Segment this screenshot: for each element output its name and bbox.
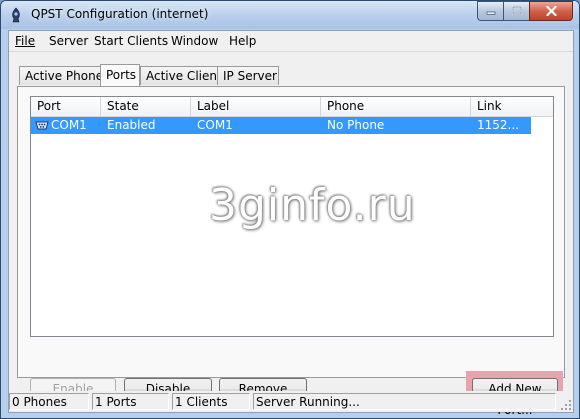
column-header-phone[interactable]: Phone (321, 97, 471, 116)
row-link: 1152... (477, 118, 519, 132)
minimize-button[interactable] (477, 1, 503, 21)
row-label: COM1 (197, 118, 233, 132)
tab-active-phones[interactable]: Active Phones (19, 66, 109, 85)
tab-ports[interactable]: Ports (100, 64, 140, 86)
menu-bar: File Server Start Clients Window Help (9, 31, 573, 52)
row-port: COM1 (51, 118, 87, 132)
menu-file[interactable]: File (15, 34, 35, 48)
column-header-label[interactable]: Label (191, 97, 321, 116)
resize-grip-icon[interactable] (560, 399, 572, 411)
window-controls (477, 1, 573, 21)
menu-server[interactable]: Server (49, 34, 88, 48)
close-button[interactable] (529, 1, 573, 21)
row-state: Enabled (107, 118, 156, 132)
status-phones: 0 Phones (9, 393, 89, 410)
maximize-icon (511, 6, 522, 15)
ports-list-header: Port State Label Phone Link (31, 97, 553, 117)
table-row[interactable]: COM1 Enabled COM1 No Phone 1152... (31, 117, 531, 134)
tab-active-clients[interactable]: Active Clients (140, 66, 228, 85)
ports-tab-panel: Port State Label Phone Link COM1 Enabled… (17, 86, 565, 417)
status-bar: 0 Phones 1 Ports 1 Clients Server Runnin… (9, 391, 573, 412)
status-server: Server Running... (253, 393, 556, 410)
close-icon (545, 6, 557, 16)
qpst-app-icon (12, 7, 20, 23)
tab-ip-server[interactable]: IP Server (217, 66, 279, 85)
status-clients: 1 Clients (172, 393, 250, 410)
column-header-port[interactable]: Port (31, 97, 101, 116)
row-phone: No Phone (327, 118, 385, 132)
column-header-link[interactable]: Link (471, 97, 553, 116)
menu-file-label: File (15, 34, 36, 48)
menu-window[interactable]: Window (171, 34, 218, 48)
watermark: 3ginfo.ru (209, 180, 416, 231)
title-bar[interactable]: QPST Configuration (internet) (1, 1, 579, 29)
minimize-icon (486, 11, 495, 15)
menu-start-clients[interactable]: Start Clients (94, 34, 168, 48)
window-title: QPST Configuration (internet) (31, 7, 209, 21)
menu-help[interactable]: Help (229, 34, 256, 48)
column-header-state[interactable]: State (101, 97, 191, 116)
ports-list[interactable]: Port State Label Phone Link COM1 Enabled… (30, 96, 554, 337)
client-area: File Server Start Clients Window Help Ac… (8, 30, 574, 417)
serial-port-icon (35, 121, 49, 130)
qpst-configuration-window: QPST Configuration (internet) File Serve… (0, 0, 580, 419)
status-ports: 1 Ports (92, 393, 169, 410)
maximize-button[interactable] (503, 1, 529, 21)
